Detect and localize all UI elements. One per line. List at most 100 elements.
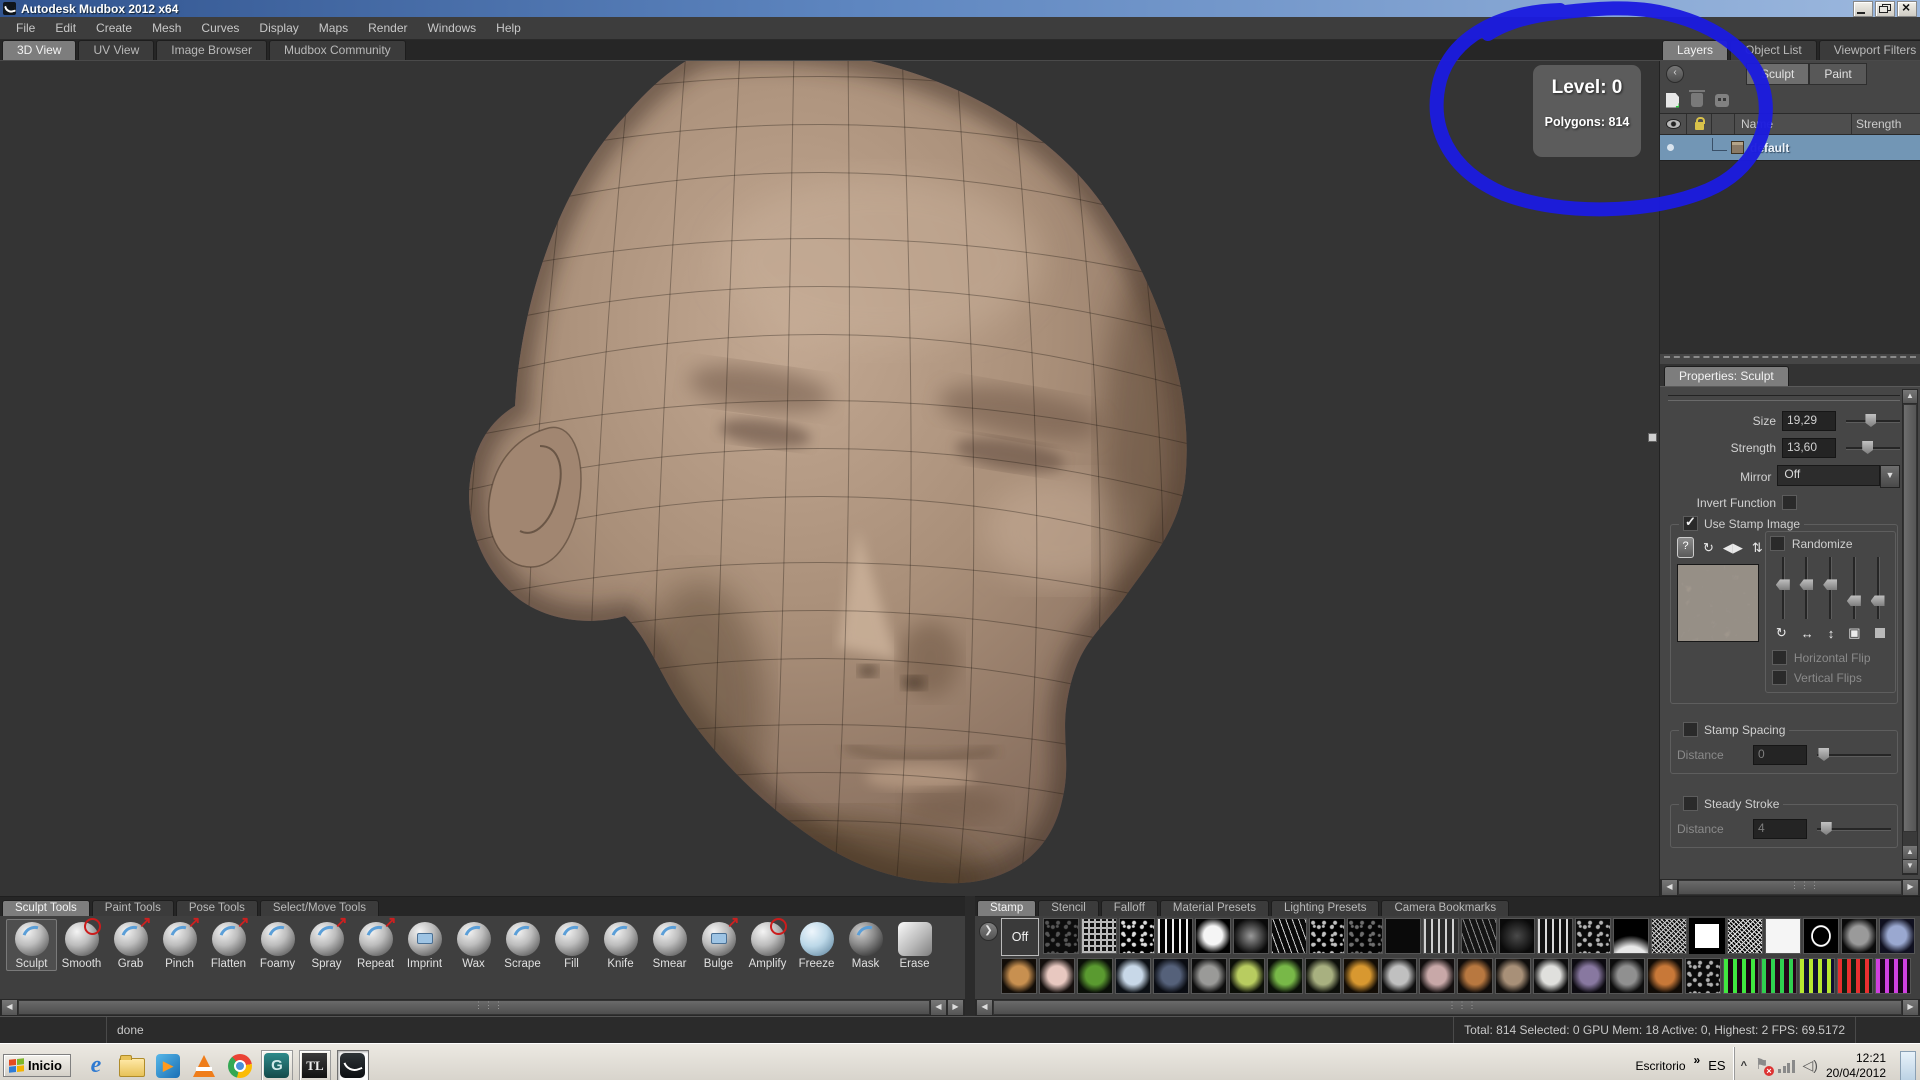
stamp-thumbnail[interactable]	[1153, 958, 1189, 994]
stamp-tab-lighting-presets[interactable]: Lighting Presets	[1271, 900, 1379, 916]
stamp-thumbnail[interactable]	[1685, 958, 1721, 994]
menu-create[interactable]: Create	[86, 19, 142, 37]
strength-field[interactable]: 13,60	[1782, 438, 1836, 458]
stamp-thumbnail[interactable]	[1157, 918, 1193, 954]
tool-scrape[interactable]: Scrape	[498, 919, 547, 970]
tool-smooth[interactable]: Smooth	[57, 919, 106, 970]
layers-mode-sculpt[interactable]: Sculpt	[1746, 63, 1809, 85]
stamp-rotate-icon[interactable]: ↻	[1703, 540, 1714, 556]
stamp-thumbnail[interactable]	[1879, 918, 1915, 954]
stamp-vflip-icon[interactable]: ⇅	[1752, 540, 1761, 556]
scroll-right-icon[interactable]: ▶	[1902, 880, 1919, 895]
lock-icon[interactable]	[1695, 122, 1704, 130]
stamp-thumbnail[interactable]	[1385, 918, 1421, 954]
layer-mask-icon[interactable]	[1715, 94, 1729, 107]
scroll-left-icon[interactable]: ◀	[1, 1000, 18, 1015]
spacing-distance-field[interactable]: 0	[1753, 745, 1807, 765]
invert-function-checkbox[interactable]	[1782, 495, 1797, 510]
scroll-right-icon[interactable]: ▶	[1902, 1000, 1919, 1015]
view-tab-mudbox-community[interactable]: Mudbox Community	[269, 40, 406, 60]
stamp-thumbnail[interactable]	[1229, 958, 1265, 994]
action-center-flag-icon[interactable]	[1755, 1058, 1770, 1074]
stamp-tab-stamp[interactable]: Stamp	[977, 900, 1036, 916]
spacing-distance-slider[interactable]	[1817, 748, 1891, 762]
volume-icon[interactable]: ◁)	[1803, 1057, 1818, 1074]
tray-expand-icon[interactable]: ^	[1741, 1060, 1747, 1072]
stamp-tab-camera-bookmarks[interactable]: Camera Bookmarks	[1381, 900, 1509, 916]
steady-distance-slider[interactable]	[1817, 822, 1891, 836]
restore-button[interactable]	[1875, 1, 1895, 17]
clock[interactable]: 12:21 20/04/2012	[1826, 1051, 1886, 1080]
tool-foamy[interactable]: Foamy	[253, 919, 302, 970]
stamp-thumbnail[interactable]	[1647, 958, 1683, 994]
stamp-thumbnail[interactable]	[1765, 918, 1801, 954]
layer-row-default[interactable]: default	[1660, 135, 1920, 160]
tool-tray-scrollbar[interactable]: ◀ ◀ ▶	[0, 999, 965, 1016]
stamp-thumbnail[interactable]	[1001, 958, 1037, 994]
stamp-thumbnail[interactable]	[1271, 918, 1307, 954]
stamp-thumbnail[interactable]	[1803, 918, 1839, 954]
tool-smear[interactable]: Smear	[645, 919, 694, 970]
stamp-thumbnail[interactable]	[1499, 918, 1535, 954]
random-color-swatch[interactable]	[1875, 628, 1885, 638]
tool-sculpt[interactable]: Sculpt	[6, 919, 57, 971]
strength-column-header[interactable]: Strength	[1852, 114, 1920, 134]
scroll-up-icon[interactable]: ▲	[1903, 846, 1917, 860]
desktop-toolbar-label[interactable]: Escritorio	[1636, 1059, 1686, 1073]
tool-flatten[interactable]: ↗Flatten	[204, 919, 253, 970]
stamp-thumbnail[interactable]	[1461, 918, 1497, 954]
stamp-thumbnail[interactable]	[1115, 958, 1151, 994]
layer-active-dot[interactable]	[1667, 144, 1674, 151]
stamp-thumbnail[interactable]	[1309, 918, 1345, 954]
scroll-left-icon[interactable]: ◀	[1661, 880, 1678, 895]
strength-slider[interactable]	[1846, 441, 1900, 455]
stamp-thumbnail[interactable]	[1575, 918, 1611, 954]
taskbar-internet-explorer-icon[interactable]: e	[81, 1051, 111, 1080]
steady-distance-field[interactable]: 4	[1753, 819, 1807, 839]
size-slider[interactable]	[1846, 414, 1900, 428]
randomize-slider[interactable]	[1847, 557, 1861, 619]
layers-mode-paint[interactable]: Paint	[1809, 63, 1866, 85]
stamp-spacing-checkbox[interactable]	[1683, 722, 1698, 737]
panel-splitter-handle[interactable]	[1648, 433, 1657, 442]
tool-erase[interactable]: Erase	[890, 919, 939, 970]
menu-render[interactable]: Render	[358, 19, 417, 37]
view-tab-3d-view[interactable]: 3D View	[2, 40, 76, 60]
stamp-thumbnail[interactable]	[1727, 918, 1763, 954]
new-layer-icon[interactable]	[1666, 93, 1679, 108]
language-indicator[interactable]: ES	[1708, 1058, 1725, 1073]
stamp-thumbnail[interactable]	[1191, 958, 1227, 994]
tool-tab-paint-tools[interactable]: Paint Tools	[92, 900, 174, 916]
panel-tab-layers[interactable]: Layers	[1662, 40, 1728, 60]
tool-tab-sculpt-tools[interactable]: Sculpt Tools	[2, 900, 90, 916]
taskbar-media-player-icon[interactable]: ▶	[153, 1051, 183, 1080]
stamp-thumbnail[interactable]	[1761, 958, 1797, 994]
stamp-thumbnail[interactable]	[1195, 918, 1231, 954]
scroll-left-icon[interactable]: ◀	[976, 1000, 993, 1015]
tool-mask[interactable]: Mask	[841, 919, 890, 970]
tool-wax[interactable]: Wax	[449, 919, 498, 970]
stamp-thumbnail[interactable]	[1533, 958, 1569, 994]
stamp-browse-button[interactable]: ?	[1677, 537, 1694, 558]
stamp-thumbnail[interactable]	[1651, 918, 1687, 954]
tool-imprint[interactable]: Imprint	[400, 919, 449, 970]
stamp-thumbnail[interactable]	[1077, 958, 1113, 994]
tool-bulge[interactable]: ↗Bulge	[694, 919, 743, 970]
taskbar-windows-explorer-icon[interactable]	[117, 1051, 147, 1080]
tool-grab[interactable]: ↗Grab	[106, 919, 155, 970]
menu-display[interactable]: Display	[249, 19, 308, 37]
visibility-icon[interactable]	[1666, 119, 1681, 129]
stamp-tab-falloff[interactable]: Falloff	[1101, 900, 1158, 916]
stamp-thumbnail[interactable]	[1495, 958, 1531, 994]
random-hscale-icon[interactable]: ↔	[1801, 626, 1814, 641]
stamp-tray-expand-icon[interactable]: ❯	[979, 922, 998, 941]
tool-knife[interactable]: Knife	[596, 919, 645, 970]
tray-splitter[interactable]	[965, 896, 975, 1016]
stamp-preview-image[interactable]	[1677, 564, 1759, 642]
panel-divider[interactable]	[1664, 356, 1916, 364]
stamp-thumbnail[interactable]	[1837, 958, 1873, 994]
tool-amplify[interactable]: Amplify	[743, 919, 792, 970]
stamp-thumbnail[interactable]	[1799, 958, 1835, 994]
stamp-tray-scrollbar[interactable]: ◀ ▶	[975, 999, 1920, 1016]
menu-windows[interactable]: Windows	[417, 19, 486, 37]
